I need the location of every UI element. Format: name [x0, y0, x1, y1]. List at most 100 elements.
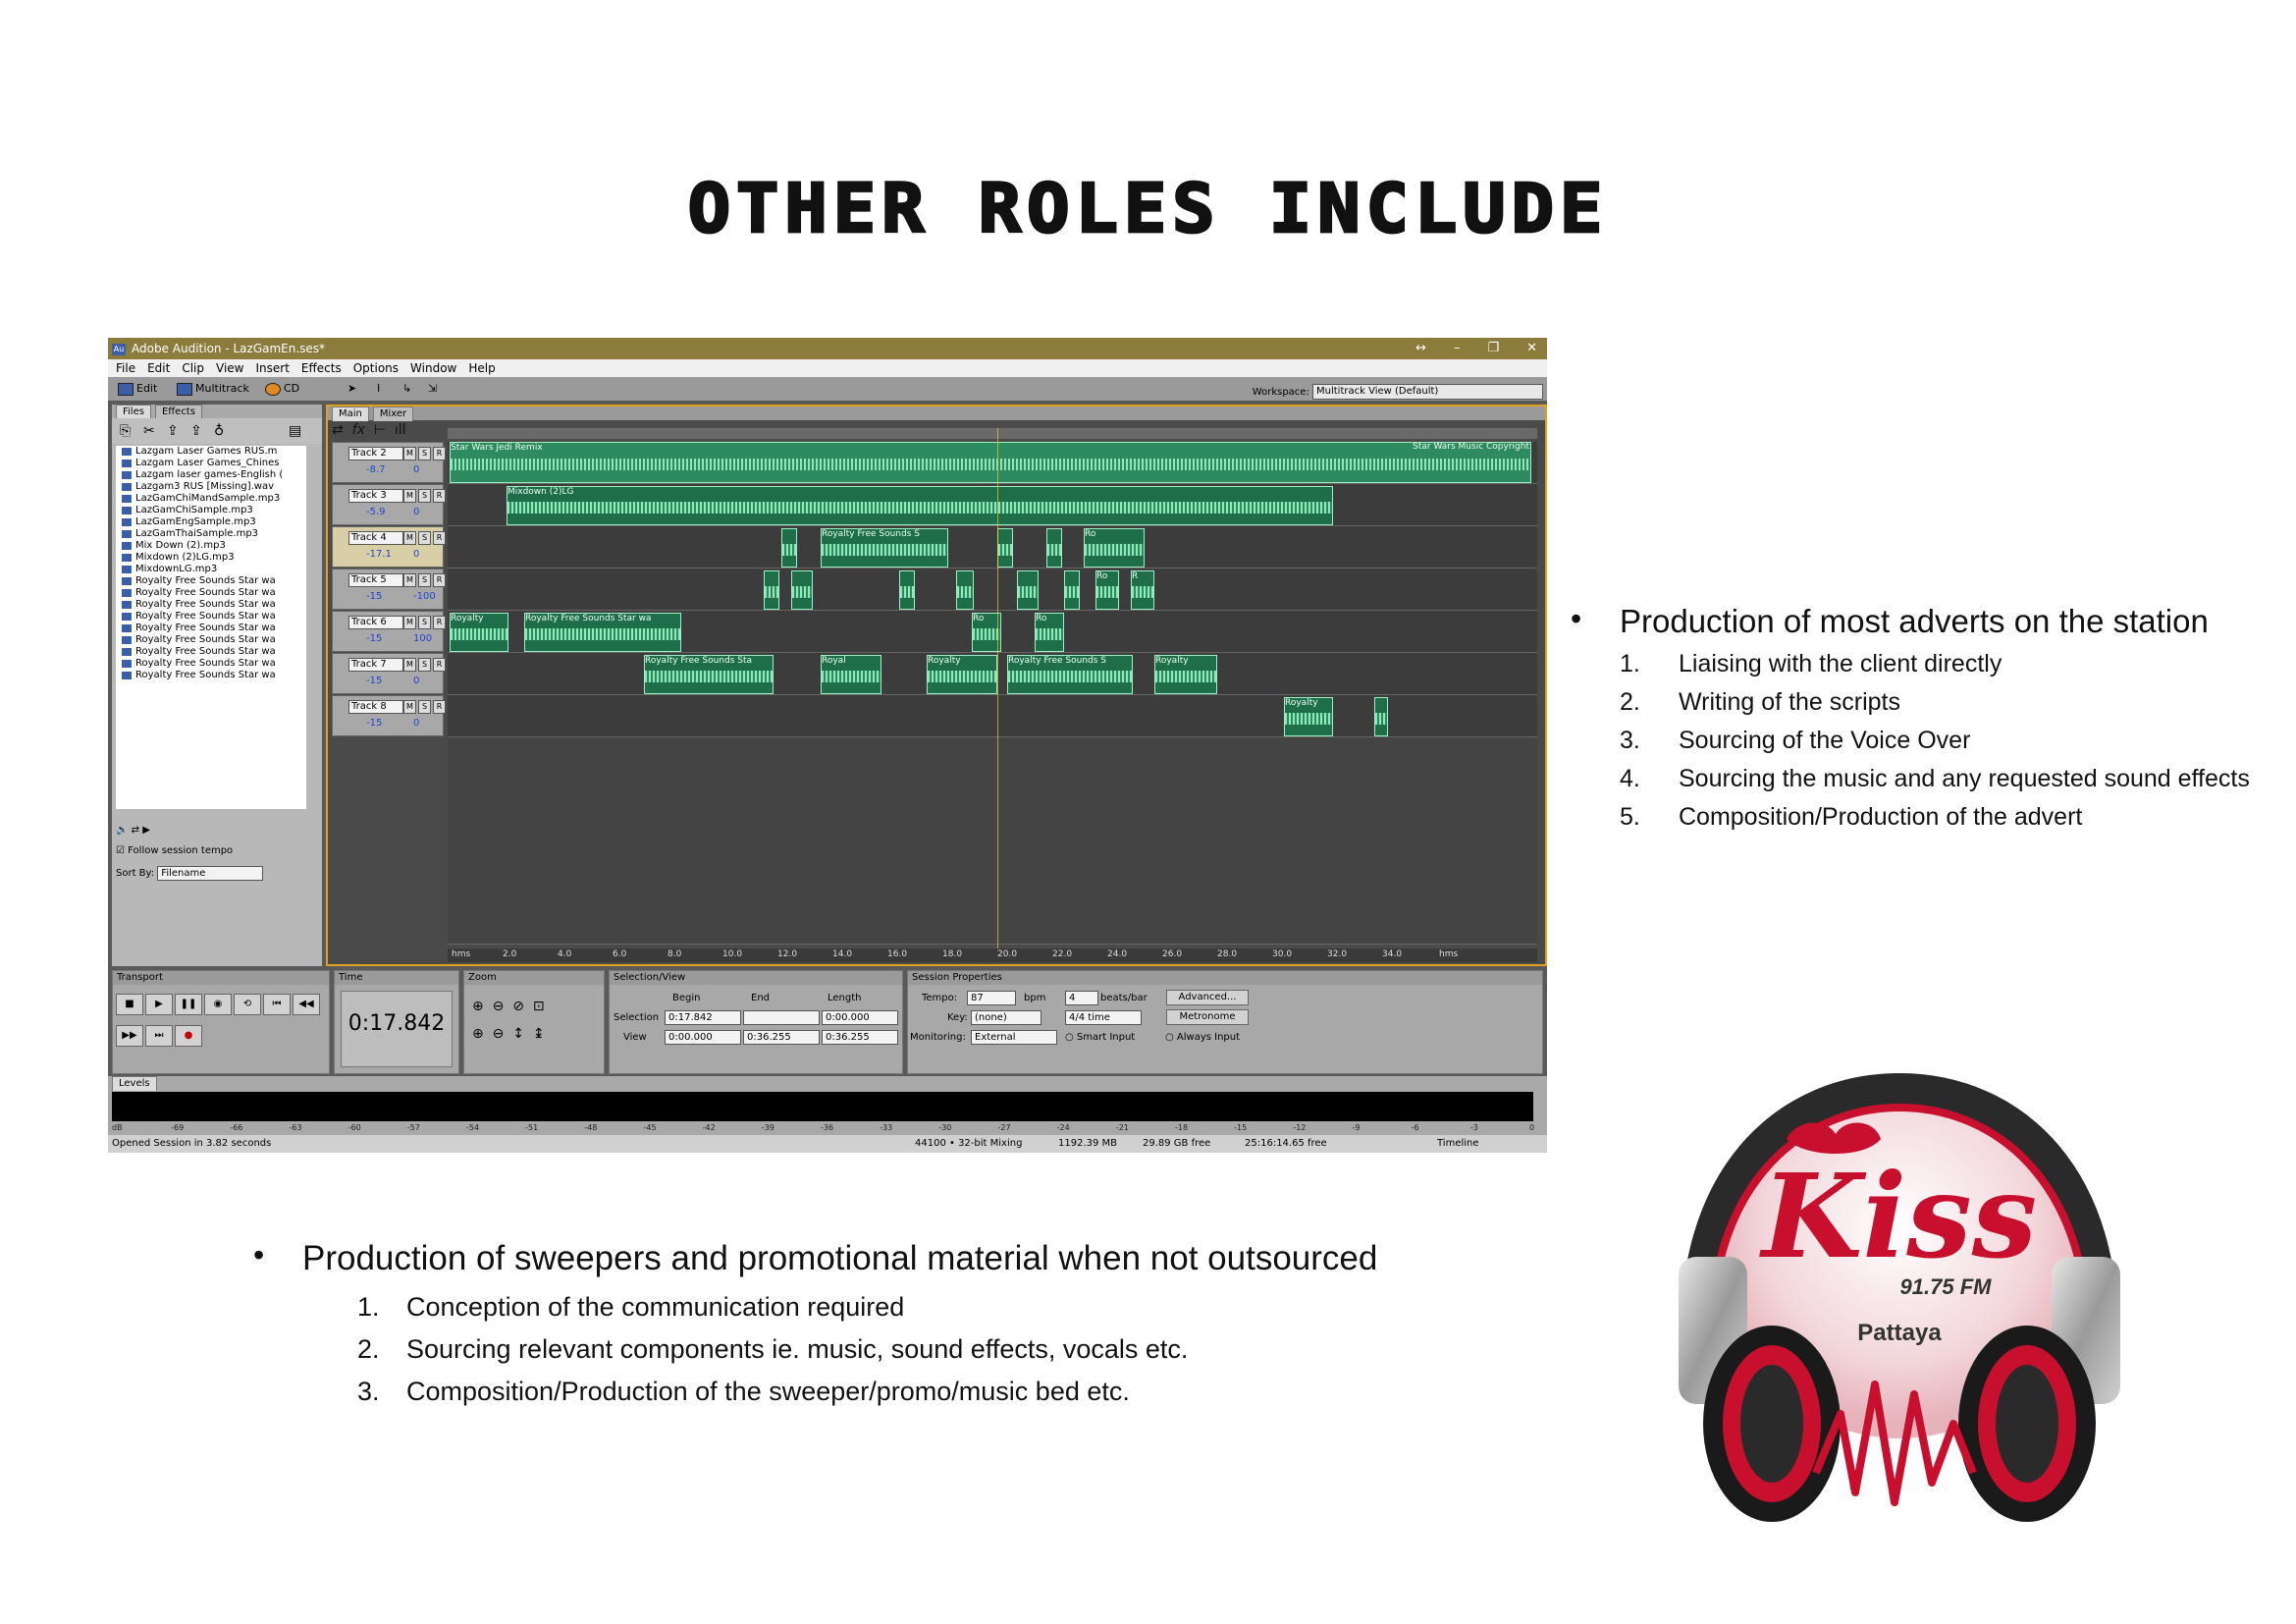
record-arm-button[interactable]: R [433, 531, 446, 545]
zoom-out-vertical-icon[interactable]: ↨ [533, 1026, 545, 1042]
menu-file[interactable]: File [116, 359, 135, 377]
loop-button[interactable]: ⟲ [234, 994, 261, 1015]
advanced-button[interactable]: Advanced... [1166, 990, 1249, 1005]
audio-clip[interactable]: Royalty Free Sounds Star wa [524, 613, 681, 652]
audio-clip[interactable]: Ro [1095, 570, 1119, 610]
timeline-overview-bar[interactable] [448, 428, 1537, 439]
zoom-in-horizontal-icon[interactable]: ⊕ [472, 999, 484, 1014]
cd-view-button[interactable]: CD [261, 381, 303, 397]
record-arm-button[interactable]: R [433, 616, 446, 629]
play-from-cursor-button[interactable]: ◉ [204, 994, 232, 1015]
restore-button[interactable]: ❐ [1487, 338, 1499, 359]
fast-forward-button[interactable]: ▶▶ [116, 1025, 143, 1047]
solo-button[interactable]: S [418, 489, 431, 503]
mute-button[interactable]: M [403, 700, 416, 714]
record-arm-button[interactable]: R [433, 700, 446, 714]
resize-icon[interactable]: ↔ [1415, 338, 1426, 359]
solo-button[interactable]: S [418, 616, 431, 629]
list-item[interactable]: Lazgam Laser Games_Chines [116, 458, 306, 469]
loop-icon[interactable]: ⇄ [132, 825, 139, 836]
view-options-icon[interactable]: ▤ [289, 423, 301, 439]
inputs-outputs-icon[interactable]: ⇄ [332, 422, 344, 438]
move-tool-icon[interactable]: ⇲ [424, 381, 441, 397]
minimize-button[interactable]: – [1454, 338, 1461, 359]
audio-clip[interactable]: Mixdown (2)LG [507, 486, 1333, 525]
track-name[interactable]: Track 4 [348, 531, 403, 545]
insert-icon[interactable]: ⇪ [167, 423, 179, 439]
record-arm-button[interactable]: R [433, 573, 446, 587]
zoom-in-vertical-icon[interactable]: ↕ [512, 1026, 524, 1042]
audio-clip[interactable]: Royalty Free Sounds Sta [644, 655, 774, 694]
stop-button[interactable]: ■ [116, 994, 143, 1015]
tab-levels[interactable]: Levels [112, 1076, 157, 1091]
track-name[interactable]: Track 5 [348, 573, 403, 587]
track-volume[interactable]: -8.7 [366, 464, 386, 475]
audio-clip[interactable]: Royalty [927, 655, 997, 694]
record-arm-button[interactable]: R [433, 447, 446, 460]
zoom-selection-icon[interactable]: ⊡ [533, 999, 545, 1014]
tempo-field[interactable]: 87 [967, 991, 1016, 1005]
close-file-icon[interactable]: ✂ [143, 423, 155, 439]
list-item[interactable]: LazGamChiSample.mp3 [116, 505, 306, 516]
list-item[interactable]: Lazgam laser games-English ( [116, 469, 306, 481]
audio-clip[interactable] [997, 528, 1013, 568]
audio-clip[interactable]: R [1131, 570, 1154, 610]
track-volume[interactable]: -15 [366, 718, 382, 729]
rewind-button[interactable]: ◀◀ [293, 994, 320, 1015]
audio-clip[interactable] [764, 570, 779, 610]
track-pan[interactable]: 0 [413, 507, 419, 517]
mute-button[interactable]: M [403, 447, 416, 460]
list-item[interactable]: Lazgam3 RUS [Missing].wav [116, 481, 306, 493]
selection-begin-field[interactable]: 0:17.842 [665, 1010, 741, 1025]
edit-view-button[interactable]: Edit [114, 381, 161, 397]
tab-files[interactable]: Files [116, 405, 151, 419]
list-item[interactable]: LazGamEngSample.mp3 [116, 516, 306, 528]
track-volume[interactable]: -15 [366, 591, 382, 602]
close-button[interactable]: ✕ [1526, 338, 1537, 359]
list-item[interactable]: Royalty Free Sounds Star wa [116, 587, 306, 599]
metronome-button[interactable]: Metronome [1166, 1009, 1249, 1025]
time-signature-select[interactable]: 4/4 time [1065, 1010, 1142, 1025]
play-button[interactable]: ▶ [145, 994, 173, 1015]
audio-clip[interactable]: Royalty Free Sounds S [821, 528, 948, 568]
menu-edit[interactable]: Edit [147, 359, 170, 377]
list-item[interactable]: Royalty Free Sounds Star wa [116, 623, 306, 634]
selection-length-field[interactable]: 0:00.000 [822, 1010, 898, 1025]
audio-clip[interactable]: Royalty [1284, 697, 1333, 736]
select-tool-icon[interactable]: ➤ [344, 381, 360, 397]
workspace-select[interactable]: Multitrack View (Default) [1312, 384, 1543, 400]
menu-help[interactable]: Help [468, 359, 495, 377]
track-name[interactable]: Track 8 [348, 700, 403, 714]
mute-button[interactable]: M [403, 616, 416, 629]
tab-effects[interactable]: Effects [154, 405, 202, 419]
view-length-field[interactable]: 0:36.255 [822, 1030, 898, 1045]
track-volume[interactable]: -15 [366, 676, 382, 686]
beats-field[interactable]: 4 [1065, 991, 1098, 1005]
track-pan[interactable]: 0 [413, 718, 419, 729]
track-name[interactable]: Track 2 [348, 447, 403, 460]
audio-clip[interactable]: Ro [1084, 528, 1145, 568]
list-item[interactable]: Royalty Free Sounds Star wa [116, 670, 306, 681]
track-volume[interactable]: -5.9 [366, 507, 386, 517]
play-icon[interactable]: ▶ [142, 825, 150, 836]
record-button[interactable]: ● [175, 1025, 202, 1047]
zoom-out-horizontal-icon[interactable]: ⊖ [493, 999, 505, 1014]
menu-view[interactable]: View [216, 359, 243, 377]
always-input-radio[interactable]: ○ Always Input [1165, 1032, 1240, 1043]
track-pan[interactable]: -100 [413, 591, 436, 602]
follow-tempo-checkbox[interactable]: ☑ Follow session tempo [116, 845, 263, 856]
go-start-button[interactable]: ⏮ [263, 994, 291, 1015]
key-select[interactable]: (none) [971, 1010, 1041, 1025]
track-pan[interactable]: 0 [413, 676, 419, 686]
mute-button[interactable]: M [403, 531, 416, 545]
track-name[interactable]: Track 3 [348, 489, 403, 503]
track-pan[interactable]: 0 [413, 549, 419, 560]
audio-clip[interactable] [899, 570, 915, 610]
track-name[interactable]: Track 6 [348, 616, 403, 629]
mute-button[interactable]: M [403, 658, 416, 672]
sort-select[interactable]: Filename [157, 866, 264, 881]
solo-button[interactable]: S [418, 658, 431, 672]
audio-clip[interactable] [956, 570, 974, 610]
zoom-out-full-icon[interactable]: ⊘ [512, 999, 524, 1014]
go-end-button[interactable]: ⏭ [145, 1025, 173, 1047]
